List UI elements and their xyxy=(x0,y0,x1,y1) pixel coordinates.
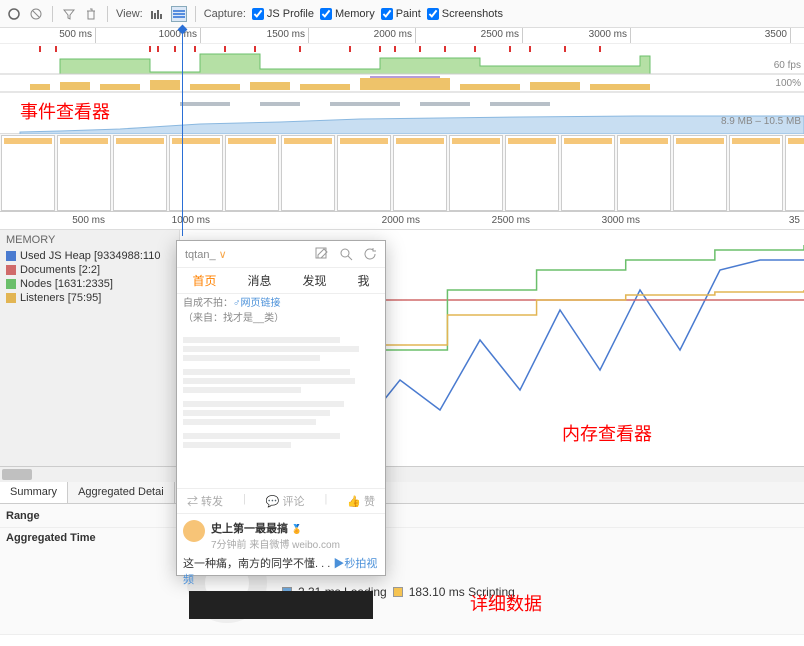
filmstrip[interactable] xyxy=(0,134,804,212)
filmstrip-thumb[interactable] xyxy=(673,135,727,211)
memory-legend: MEMORY Used JS Heap [9334988:110 Document… xyxy=(0,230,180,466)
view-label: View: xyxy=(116,8,143,20)
compose-icon xyxy=(315,247,329,261)
ruler-tick: 2000 ms xyxy=(374,29,415,40)
overview-svg xyxy=(0,44,804,134)
memory-legend-item[interactable]: Nodes [1631:2335] xyxy=(6,278,173,290)
fps-label: 60 fps xyxy=(774,60,801,71)
filmstrip-thumb[interactable] xyxy=(225,135,279,211)
ruler-tick: 2500 ms xyxy=(481,29,522,40)
overview-panel[interactable]: 60 fps 100% 8.9 MB – 10.5 MB xyxy=(0,44,804,134)
popup-subhead: 自成不拍：♂网页链接（来自：找才是__类） xyxy=(177,294,385,328)
filmstrip-thumb[interactable] xyxy=(561,135,615,211)
filmstrip-thumb[interactable] xyxy=(393,135,447,211)
screenshot-popup: tqtan_ ∨ 首页 消息 发现 我 自成不拍：♂网页链接（来自：找才是__类） ⇄… xyxy=(176,240,386,576)
filmstrip-thumb[interactable] xyxy=(617,135,671,211)
stop-icon[interactable] xyxy=(28,6,44,22)
ruler-tick: 1500 ms xyxy=(267,29,308,40)
filmstrip-thumb[interactable] xyxy=(729,135,783,211)
like-action: 👍 赞 xyxy=(347,493,375,509)
popup-tabs: 首页 消息 发现 我 xyxy=(177,268,385,294)
mem-range-label: 8.9 MB – 10.5 MB xyxy=(721,116,801,127)
filmstrip-thumb[interactable] xyxy=(57,135,111,211)
refresh-icon xyxy=(363,247,377,261)
tab-summary[interactable]: Summary xyxy=(0,482,68,503)
agg-item: 183.10 ms Scripting xyxy=(393,585,515,599)
filmstrip-thumb[interactable] xyxy=(505,135,559,211)
capture-label: Capture: xyxy=(204,8,246,20)
post-image xyxy=(189,591,373,619)
ruler-tick: 35 xyxy=(789,215,800,226)
filmstrip-thumb[interactable] xyxy=(337,135,391,211)
ruler-tick: 500 ms xyxy=(72,215,105,226)
trash-icon[interactable] xyxy=(83,6,99,22)
filmstrip-thumb[interactable] xyxy=(169,135,223,211)
heavy-view-icon[interactable] xyxy=(171,6,187,22)
cb-memory[interactable]: Memory xyxy=(320,8,375,20)
aggregated-time-label: Aggregated Time xyxy=(6,532,176,544)
ruler-tick: 1000 ms xyxy=(172,215,210,226)
ruler-tick: 3000 ms xyxy=(602,215,640,226)
popup-tab: 发现 xyxy=(302,272,326,289)
record-icon[interactable] xyxy=(6,6,22,22)
range-label: Range xyxy=(6,510,176,522)
detail-ruler[interactable]: 500 ms 1000 ms 2000 ms 2500 ms 3000 ms 35 xyxy=(0,212,804,230)
popup-body xyxy=(177,328,385,488)
memory-legend-item[interactable]: Listeners [75:95] xyxy=(6,292,173,304)
ruler-tick: 3500 xyxy=(765,29,790,40)
popup-tab: 消息 xyxy=(247,272,271,289)
memory-legend-item[interactable]: Used JS Heap [9334988:110 xyxy=(6,250,173,262)
cb-paint[interactable]: Paint xyxy=(381,8,421,20)
aggregated-time-row: Aggregated Time 3.44 s 2.31 ms Loading18… xyxy=(0,528,804,635)
popup-tab: 首页 xyxy=(192,272,216,289)
filmstrip-thumb[interactable] xyxy=(785,135,804,211)
search-icon xyxy=(339,247,353,261)
cb-js-profile[interactable]: JS Profile xyxy=(252,8,314,20)
filmstrip-thumb[interactable] xyxy=(449,135,503,211)
filmstrip-thumb[interactable] xyxy=(113,135,167,211)
filter-icon[interactable] xyxy=(61,6,77,22)
avatar xyxy=(183,520,205,542)
memory-panel: MEMORY Used JS Heap [9334988:110 Document… xyxy=(0,230,804,466)
ruler-tick: 1000 ms xyxy=(159,29,200,40)
ruler-tick: 2500 ms xyxy=(492,215,530,226)
cb-screenshots[interactable]: Screenshots xyxy=(427,8,503,20)
popup-actions: ⇄ 转发 | 💬 评论 | 👍 赞 xyxy=(177,488,385,514)
overview-ruler[interactable]: 500 ms 1000 ms 1500 ms 2000 ms 2500 ms 3000 m… xyxy=(0,28,804,44)
repost-action: ⇄ 转发 xyxy=(187,493,223,509)
comment-action: 💬 评论 xyxy=(266,493,305,509)
cpu-pct-label: 100% xyxy=(775,78,801,89)
popup-post: 史上第一最最搞 🏅 7分钟前 来自微博 weibo.com 这一种痛，南方的同学… xyxy=(177,514,385,625)
range-row: Range xyxy=(0,504,804,528)
flame-view-icon[interactable] xyxy=(149,6,165,22)
summary-tabs: Summary Aggregated Detai xyxy=(0,482,804,504)
filmstrip-thumb[interactable] xyxy=(1,135,55,211)
horizontal-scrollbar[interactable] xyxy=(0,466,804,482)
tab-aggregated[interactable]: Aggregated Detai xyxy=(68,482,175,503)
ruler-tick: 500 ms xyxy=(59,29,95,40)
ruler-tick: 3000 ms xyxy=(589,29,630,40)
popup-username: tqtan_ ∨ xyxy=(185,248,227,261)
memory-title: MEMORY xyxy=(6,234,173,246)
popup-tab: 我 xyxy=(357,272,369,289)
memory-legend-item[interactable]: Documents [2:2] xyxy=(6,264,173,276)
filmstrip-thumb[interactable] xyxy=(281,135,335,211)
toolbar: View: Capture: JS Profile Memory Paint S… xyxy=(0,0,804,28)
ruler-tick: 2000 ms xyxy=(382,215,420,226)
